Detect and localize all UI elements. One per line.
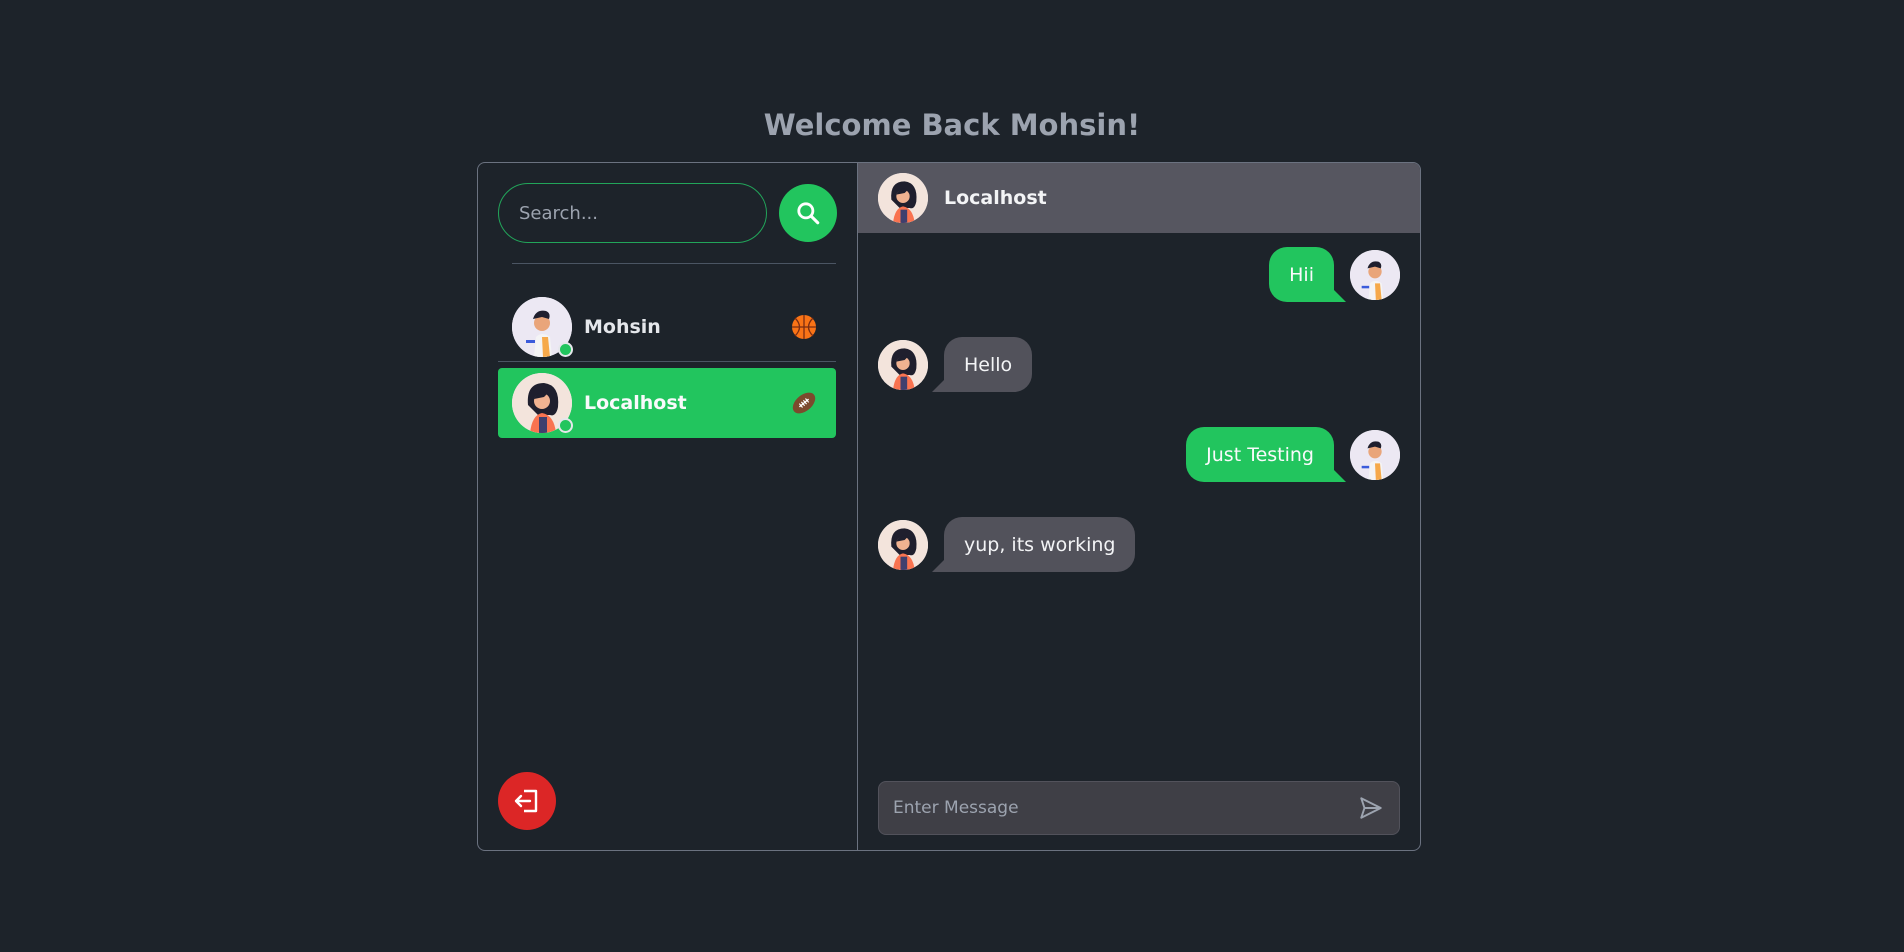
chat-app: Mohsin (477, 162, 1421, 851)
send-button[interactable] (1355, 792, 1387, 824)
user-item-mohsin[interactable]: Mohsin (498, 292, 836, 362)
football-icon (790, 389, 818, 417)
online-indicator (558, 418, 573, 433)
message-bubble-received: Hello (931, 337, 1033, 392)
male-avatar-icon (1350, 429, 1400, 480)
divider (512, 263, 836, 264)
user-name: Localhost (584, 392, 687, 414)
search-row (498, 183, 837, 243)
chat-header-name: Localhost (944, 187, 1047, 209)
online-indicator (558, 341, 573, 357)
message-row: Hello (878, 337, 1400, 392)
message-input[interactable] (893, 798, 1355, 818)
avatar (878, 173, 928, 223)
logout-button[interactable] (498, 772, 556, 830)
search-button[interactable] (779, 184, 837, 242)
avatar-wrap (512, 373, 573, 433)
send-icon (1360, 797, 1382, 819)
avatar (878, 519, 928, 570)
user-item-localhost[interactable]: Localhost (498, 368, 836, 438)
page-title: Welcome Back Mohsin! (763, 108, 1141, 142)
search-input[interactable] (498, 183, 767, 243)
user-name: Mohsin (584, 315, 661, 338)
logout-icon (514, 789, 538, 813)
message-bubble-sent: Just Testing (1186, 427, 1346, 482)
female-avatar-icon (878, 339, 928, 390)
sidebar: Mohsin (478, 163, 858, 850)
message-composer (878, 781, 1400, 835)
message-row: yup, its working (878, 517, 1400, 572)
chat-header: Localhost (858, 163, 1420, 233)
user-list: Mohsin Localhost (498, 292, 837, 438)
message-row: Just Testing (878, 427, 1400, 482)
message-list: Hii Hello Just Testing yup, its working (858, 233, 1420, 572)
female-avatar-icon (878, 519, 928, 570)
avatar-wrap (512, 296, 573, 357)
search-icon (797, 202, 820, 225)
chat-panel: Localhost Hii Hello Just Testing yup, it… (858, 163, 1420, 850)
message-row: Hii (878, 247, 1400, 302)
basketball-icon (790, 313, 818, 341)
message-bubble-sent: Hii (1269, 247, 1346, 302)
avatar (878, 339, 928, 390)
avatar (1350, 249, 1400, 300)
female-avatar-icon (878, 173, 928, 223)
male-avatar-icon (1350, 249, 1400, 300)
avatar (1350, 429, 1400, 480)
message-bubble-received: yup, its working (931, 517, 1136, 572)
